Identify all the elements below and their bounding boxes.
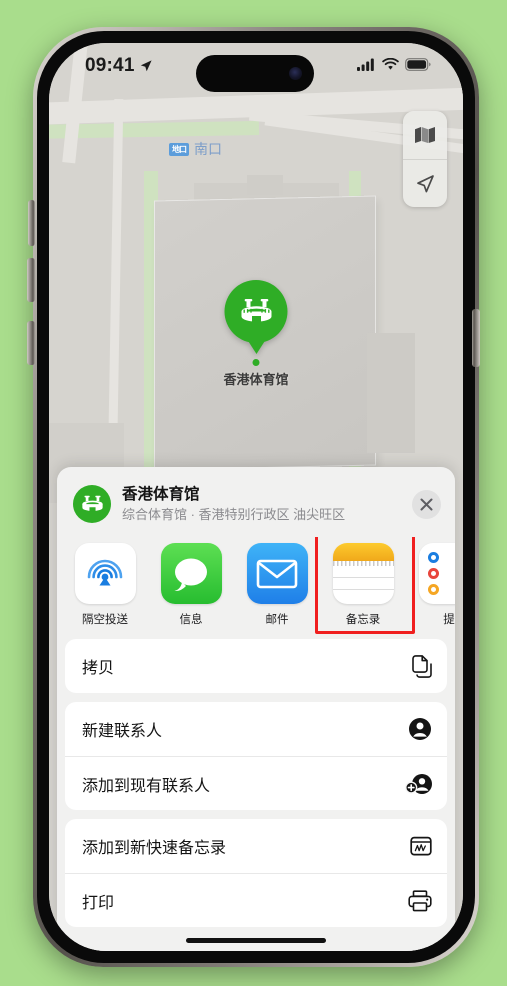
volume-down-button[interactable] (27, 321, 35, 365)
share-app-label: 提 (443, 614, 455, 626)
reminder-dot-blue (427, 552, 439, 563)
power-button[interactable] (472, 309, 480, 367)
close-icon (420, 498, 433, 510)
action-group: 添加到新快速备忘录 打印 (65, 819, 447, 927)
phone-screen: 地口 南口 香港体育馆 09:41 香港体育馆 综合体育馆 · 香港特别行政区 … (49, 43, 463, 951)
speech-bubble-glyph (174, 558, 207, 591)
notes-rule-line (332, 577, 394, 579)
notes-header-band (332, 543, 394, 561)
status-bar-indicators (357, 58, 431, 71)
home-indicator[interactable] (186, 938, 326, 943)
place-title: 香港体育馆 (122, 486, 200, 504)
person-circle-icon (408, 717, 432, 741)
action-group: 拷贝 (65, 639, 447, 693)
place-subtitle: 综合体育馆 · 香港特别行政区 油尖旺区 (122, 506, 346, 522)
volume-up-button[interactable] (27, 258, 35, 302)
reminders-icon (418, 543, 455, 604)
metro-label-text: 南口 (194, 141, 222, 157)
notes-rule-line (332, 589, 394, 591)
envelope-glyph (256, 559, 298, 588)
map-layers-button[interactable] (403, 111, 447, 159)
reminder-dot-orange (427, 584, 439, 595)
share-app-reminders[interactable]: 提 (417, 543, 455, 627)
copy-icon (411, 654, 432, 678)
map-label-metro-exit: 地口 南口 (169, 139, 222, 159)
share-app-airdrop[interactable]: 隔空投送 (73, 543, 137, 627)
map-building (247, 175, 283, 195)
action-row-add-existing-contact[interactable]: 添加到现有联系人 (65, 756, 447, 810)
map-park-area (49, 120, 260, 140)
action-label: 打印 (82, 894, 115, 912)
person-circle-glyph (409, 718, 431, 740)
share-app-label: 邮件 (265, 614, 289, 626)
share-app-label: 备忘录 (345, 614, 381, 626)
dynamic-island (196, 55, 314, 92)
reminder-dot-red (427, 568, 439, 579)
cellular-bars-icon (357, 58, 374, 71)
map-pin-label: 香港体育馆 (223, 372, 289, 387)
share-action-list: 拷贝 新建联系人 添加到现有联系人 添加到新快速备忘录 打印 (57, 639, 455, 927)
messages-icon (160, 543, 222, 604)
notes-icon (332, 543, 394, 604)
printer-icon (408, 889, 432, 912)
pin-head (224, 280, 288, 343)
silent-switch[interactable] (28, 200, 35, 246)
action-label: 添加到现有联系人 (82, 777, 211, 795)
notes-perforation (332, 561, 394, 566)
quick-note-glyph (410, 836, 432, 856)
share-sheet-header: 香港体育馆 综合体育馆 · 香港特别行政区 油尖旺区 (57, 467, 455, 537)
quick-note-icon (410, 835, 432, 857)
person-add-glyph (405, 773, 432, 794)
airdrop-glyph (87, 559, 123, 585)
mail-icon (246, 543, 308, 604)
map-icon (415, 127, 435, 143)
map-building (367, 333, 415, 453)
share-app-mail[interactable]: 邮件 (245, 543, 309, 627)
close-button[interactable] (412, 489, 441, 519)
map-controls (403, 111, 447, 207)
battery-full-icon (405, 58, 431, 71)
status-bar-time-group: 09:41 (85, 55, 153, 77)
share-sheet: 香港体育馆 综合体育馆 · 香港特别行政区 油尖旺区 隔空投送 信息 邮件 备忘… (57, 467, 455, 951)
action-label: 添加到新快速备忘录 (82, 840, 227, 857)
action-row-new-quick-note[interactable]: 添加到新快速备忘录 (65, 819, 447, 873)
share-app-row[interactable]: 隔空投送 信息 邮件 备忘录 提 (57, 537, 455, 639)
share-app-messages[interactable]: 信息 (159, 543, 223, 627)
place-avatar (73, 485, 111, 523)
metro-badge-icon: 地口 (169, 142, 189, 156)
copy-glyph (412, 654, 432, 678)
share-app-notes[interactable]: 备忘录 (315, 537, 415, 634)
printer-glyph (408, 889, 432, 911)
pin-anchor-dot (252, 359, 260, 366)
share-app-label: 隔空投送 (82, 614, 128, 626)
wifi-icon (382, 58, 399, 70)
action-group: 新建联系人 添加到现有联系人 (65, 702, 447, 810)
navigation-arrow-icon (417, 174, 434, 192)
action-row-copy[interactable]: 拷贝 (65, 639, 447, 693)
action-label: 新建联系人 (82, 723, 163, 740)
location-arrow-icon (140, 60, 152, 72)
share-app-label: 信息 (179, 614, 203, 626)
stadium-icon (240, 298, 271, 323)
airdrop-icon (74, 543, 136, 604)
action-label: 拷贝 (82, 660, 115, 677)
status-bar-time: 09:41 (85, 55, 135, 76)
stadium-icon (81, 495, 103, 512)
front-camera-icon (289, 67, 302, 80)
action-row-new-contact[interactable]: 新建联系人 (65, 702, 447, 756)
person-add-icon (405, 772, 432, 796)
map-pin-stadium[interactable]: 香港体育馆 (223, 280, 289, 388)
action-row-print[interactable]: 打印 (65, 873, 447, 927)
locate-me-button[interactable] (403, 159, 447, 207)
place-info: 香港体育馆 综合体育馆 · 香港特别行政区 油尖旺区 (122, 485, 401, 523)
